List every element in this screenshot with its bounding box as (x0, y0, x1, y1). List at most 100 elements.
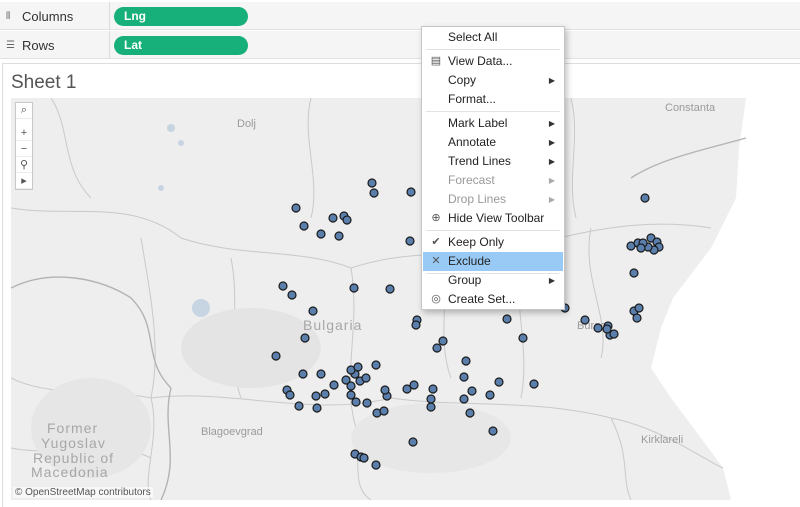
data-mark[interactable] (328, 213, 338, 223)
data-mark[interactable] (300, 333, 310, 343)
data-mark[interactable] (359, 453, 369, 463)
lng-pill[interactable]: Lng (114, 7, 248, 26)
data-mark[interactable] (334, 231, 344, 241)
data-mark[interactable] (367, 178, 377, 188)
menu-item-format[interactable]: Format... (423, 90, 563, 109)
menu-item-group[interactable]: Group ▶ (423, 271, 563, 290)
data-mark[interactable] (406, 187, 416, 197)
menu-item-drop-lines: Drop Lines ▶ (423, 190, 563, 209)
menu-item-hide-view-toolbar[interactable]: ⊕ Hide View Toolbar (423, 209, 563, 228)
submenu-arrow-icon: ▶ (548, 195, 555, 204)
data-mark[interactable] (349, 283, 359, 293)
data-mark[interactable] (408, 437, 418, 447)
menu-item-trend-lines[interactable]: Trend Lines ▶ (423, 152, 563, 171)
menu-item-view-data[interactable]: ▤ View Data... (423, 52, 563, 71)
data-mark[interactable] (329, 380, 339, 390)
data-mark[interactable] (485, 390, 495, 400)
data-mark[interactable] (411, 320, 421, 330)
lat-pill[interactable]: Lat (114, 36, 248, 55)
data-mark[interactable] (380, 385, 390, 395)
menu-item-label: Format... (448, 92, 497, 106)
data-mark[interactable] (629, 268, 639, 278)
map-view[interactable]: Dolj Constanta Bulgaria Burgas Blagoevgr… (11, 98, 800, 500)
menu-item-label: Drop Lines (448, 192, 507, 206)
data-mark[interactable] (636, 243, 646, 253)
menu-item-create-set[interactable]: ◎ Create Set... (423, 290, 563, 309)
data-mark[interactable] (438, 336, 448, 346)
data-mark[interactable] (291, 203, 301, 213)
view-toolbar: ⌕ + − ⚲ ▸ (15, 102, 33, 190)
data-mark[interactable] (299, 221, 309, 231)
columns-shelf[interactable]: ⫴ Columns Lng (0, 2, 800, 30)
data-mark[interactable] (278, 281, 288, 291)
menu-item-exclude[interactable]: ✕ Exclude (423, 252, 563, 271)
data-mark[interactable] (494, 377, 504, 387)
data-mark[interactable] (632, 313, 642, 323)
data-mark[interactable] (285, 390, 295, 400)
data-mark[interactable] (465, 408, 475, 418)
data-mark[interactable] (346, 390, 356, 400)
data-mark[interactable] (459, 372, 469, 382)
data-mark[interactable] (308, 306, 318, 316)
pin-icon[interactable]: ⚲ (16, 157, 32, 173)
data-mark[interactable] (467, 386, 477, 396)
data-mark[interactable] (461, 356, 471, 366)
menu-item-label: View Data... (448, 54, 513, 68)
data-mark[interactable] (409, 380, 419, 390)
menu-item-select-all[interactable]: Select All (423, 28, 563, 47)
rows-shelf[interactable]: ☰ Rows Lat (0, 31, 800, 59)
menu-item-label: Annotate (448, 135, 497, 149)
data-mark[interactable] (362, 398, 372, 408)
data-mark[interactable] (602, 324, 612, 334)
data-mark[interactable] (353, 362, 363, 372)
data-mark[interactable] (379, 406, 389, 416)
data-mark[interactable] (369, 188, 379, 198)
menu-item-label: Mark Label (448, 116, 508, 130)
data-mark[interactable] (371, 460, 381, 470)
search-icon[interactable]: ⌕ (16, 103, 32, 119)
data-mark[interactable] (609, 329, 619, 339)
data-mark[interactable] (311, 391, 321, 401)
data-mark[interactable] (432, 343, 442, 353)
data-mark[interactable] (371, 360, 381, 370)
data-mark[interactable] (287, 290, 297, 300)
data-mark[interactable] (361, 373, 371, 383)
table-icon: ▤ (430, 55, 442, 67)
data-mark[interactable] (320, 389, 330, 399)
menu-item-mark-label[interactable]: Mark Label ▶ (423, 114, 563, 133)
data-mark[interactable] (271, 351, 281, 361)
data-mark[interactable] (459, 394, 469, 404)
data-mark[interactable] (634, 303, 644, 313)
menu-item-keep-only[interactable]: ✔ Keep Only (423, 233, 563, 252)
data-mark[interactable] (294, 401, 304, 411)
map-attribution[interactable]: © OpenStreetMap contributors (13, 487, 153, 498)
data-mark[interactable] (385, 284, 395, 294)
rows-label: Rows (22, 37, 55, 53)
menu-item-label: Keep Only (448, 235, 505, 249)
sheet-title[interactable]: Sheet 1 (11, 72, 77, 94)
menu-item-copy[interactable]: Copy ▶ (423, 71, 563, 90)
zoom-out-button[interactable]: − (16, 141, 32, 157)
data-mark[interactable] (426, 394, 436, 404)
menu-item-annotate[interactable]: Annotate ▶ (423, 133, 563, 152)
data-mark[interactable] (316, 229, 326, 239)
data-mark[interactable] (502, 314, 512, 324)
data-mark[interactable] (529, 379, 539, 389)
data-mark[interactable] (593, 323, 603, 333)
data-mark[interactable] (428, 384, 438, 394)
data-mark[interactable] (346, 381, 356, 391)
data-mark[interactable] (312, 403, 322, 413)
data-mark[interactable] (316, 369, 326, 379)
data-mark[interactable] (351, 397, 361, 407)
data-mark[interactable] (518, 333, 528, 343)
expand-toolbar-button[interactable]: ▸ (16, 173, 32, 189)
data-mark[interactable] (426, 402, 436, 412)
data-mark[interactable] (405, 236, 415, 246)
rows-shelf-label: ☰ Rows (0, 31, 110, 59)
data-mark[interactable] (488, 426, 498, 436)
data-mark[interactable] (640, 193, 650, 203)
zoom-in-button[interactable]: + (16, 125, 32, 141)
data-mark[interactable] (580, 315, 590, 325)
data-mark[interactable] (342, 215, 352, 225)
data-mark[interactable] (298, 369, 308, 379)
